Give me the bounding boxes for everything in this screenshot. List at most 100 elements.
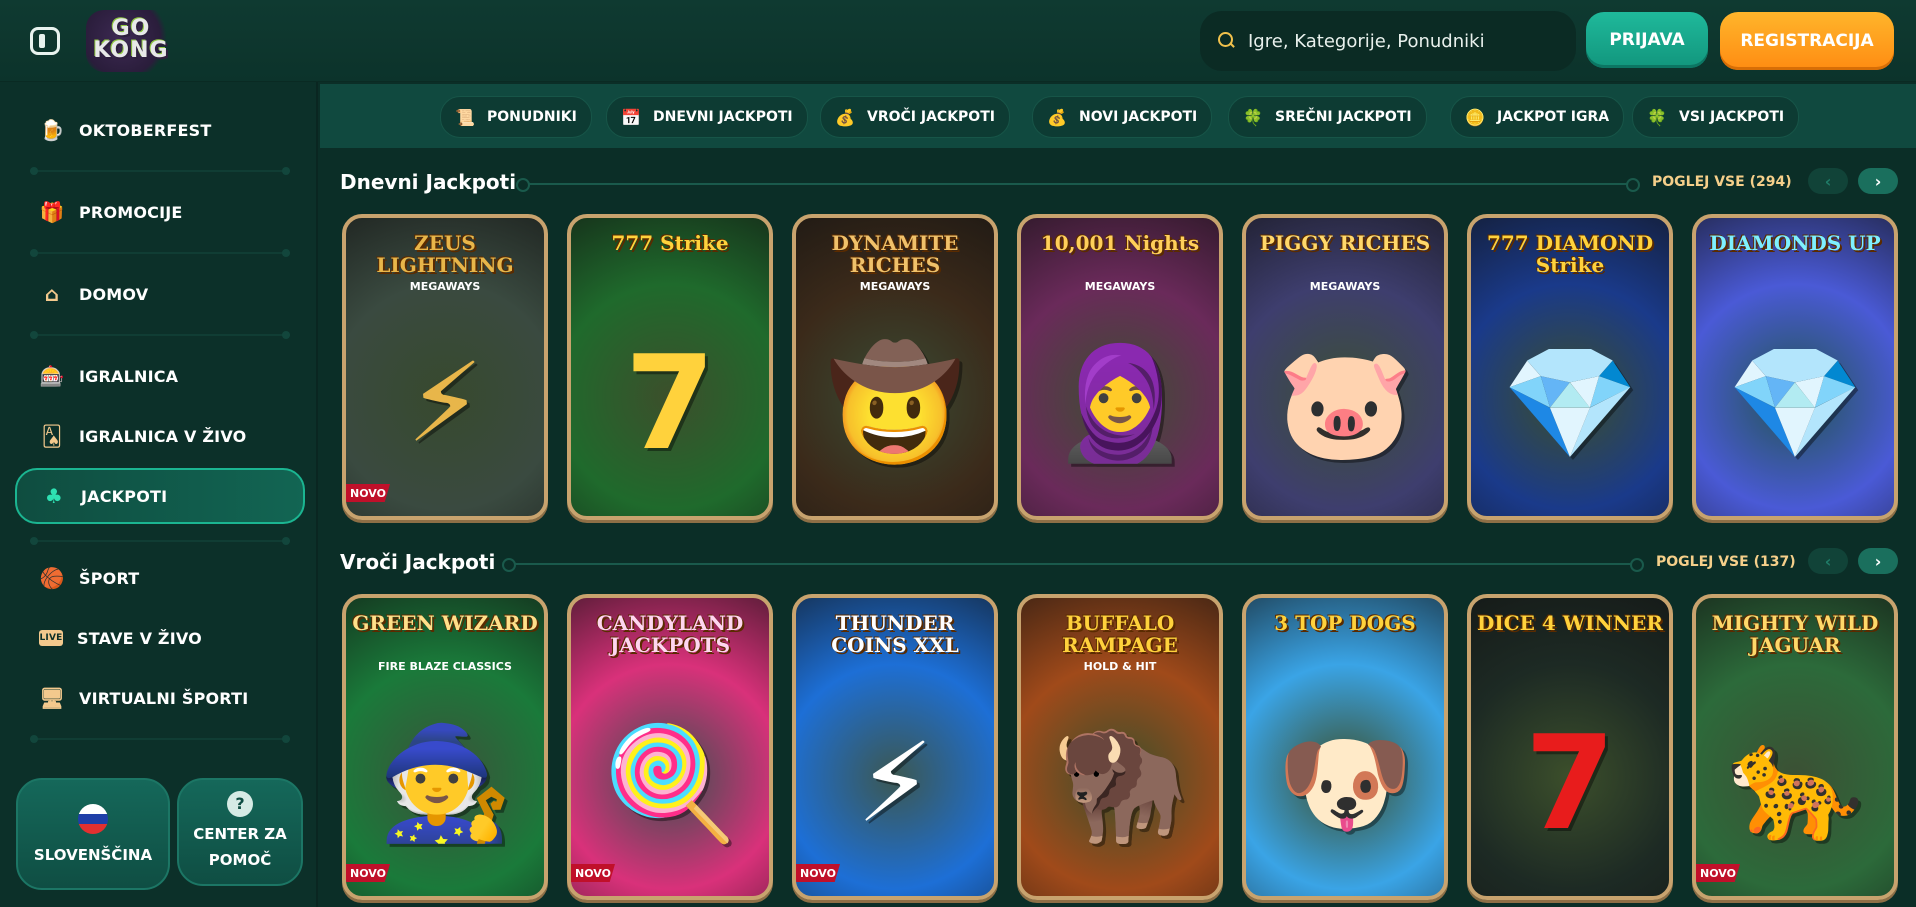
sidebar-item-label: JACKPOTI: [81, 486, 168, 506]
section-divider: [516, 178, 1640, 192]
sidebar-item-label: VIRTUALNI ŠPORTI: [79, 688, 249, 708]
home-icon: ⌂: [44, 282, 60, 306]
game-card[interactable]: BUFFALO RAMPAGE HOLD & HIT 🦬: [1017, 594, 1223, 900]
category-chip-label: NOVI JACKPOTI: [1079, 109, 1198, 125]
game-title: 3 TOP DOGS: [1274, 611, 1416, 635]
gift-icon: 🎁: [39, 200, 65, 224]
live-icon: LIVE: [39, 630, 63, 646]
game-art: 🧕: [1051, 339, 1189, 467]
game-title: 777 DIAMOND Strike: [1486, 231, 1654, 277]
game-card[interactable]: DYNAMITE RICHES MEGAWAYS 🤠: [792, 214, 998, 520]
prev-arrow-button[interactable]: ‹: [1808, 548, 1848, 574]
game-card[interactable]: 10,001 Nights MEGAWAYS 🧕: [1017, 214, 1223, 520]
category-chip[interactable]: 🍀 VSI JACKPOTI: [1632, 96, 1800, 138]
clover-icon: ♣: [44, 484, 64, 508]
sidebar-item-sport[interactable]: 🏀 ŠPORT: [15, 550, 305, 606]
game-title: DIAMONDS UP: [1709, 231, 1881, 255]
coin-icon: 🪙: [1465, 107, 1485, 127]
game-card[interactable]: PIGGY RICHES MEGAWAYS 🐷: [1242, 214, 1448, 520]
view-all-link[interactable]: POGLEJ VSE (294): [1652, 174, 1792, 190]
search-input[interactable]: [1248, 30, 1558, 52]
scroll-icon: 📜: [455, 107, 475, 127]
question-icon: ?: [227, 791, 253, 817]
game-art: ⚡: [406, 339, 484, 467]
sidebar-item-igralnica-v-zivo[interactable]: 🂡 IGRALNICA V ŽIVO: [15, 408, 305, 464]
sidebar-divider: [30, 249, 290, 257]
next-arrow-button[interactable]: ›: [1858, 168, 1898, 194]
sidebar-item-jackpoti[interactable]: ♣ JACKPOTI: [15, 468, 305, 524]
sidebar-item-label: STAVE V ŽIVO: [77, 628, 202, 648]
section-title-vroci: Vroči Jackpoti: [340, 550, 496, 574]
register-button[interactable]: REGISTRACIJA: [1720, 12, 1894, 70]
category-chip-label: VROČI JACKPOTI: [867, 109, 995, 125]
category-chip[interactable]: 🪙 JACKPOT IGRA: [1450, 96, 1625, 138]
game-art: 💎: [1726, 339, 1864, 467]
sidebar-item-promocije[interactable]: 🎁 PROMOCIJE: [15, 184, 305, 240]
playing-card-icon: 🂡: [41, 424, 63, 448]
category-chip[interactable]: 💰 VROČI JACKPOTI: [820, 96, 1010, 138]
sidebar-divider: [30, 537, 290, 545]
section-title-dnevni: Dnevni Jackpoti: [340, 170, 517, 194]
category-chip[interactable]: 📅 DNEVNI JACKPOTI: [606, 96, 808, 138]
game-card[interactable]: GREEN WIZARD FIRE BLAZE CLASSICS 🧙 NOVO: [342, 594, 548, 900]
game-card[interactable]: 3 TOP DOGS 🐶: [1242, 594, 1448, 900]
sidebar-item-virtualni-sporti[interactable]: 🖥 VIRTUALNI ŠPORTI: [15, 670, 305, 726]
view-all-link[interactable]: POGLEJ VSE (137): [1656, 554, 1796, 570]
category-chip[interactable]: 🍀 SREČNI JACKPOTI: [1228, 96, 1427, 138]
prev-arrow-button[interactable]: ‹: [1808, 168, 1848, 194]
category-chip-label: SREČNI JACKPOTI: [1275, 109, 1412, 125]
game-title: ZEUS LIGHTNING: [376, 231, 514, 277]
game-card[interactable]: 777 DIAMOND Strike 💎: [1467, 214, 1673, 520]
game-art: 🐶: [1276, 719, 1414, 847]
logo-text: GO KONG: [93, 16, 169, 63]
game-art: 🍭: [601, 719, 739, 847]
game-title: 777 Strike: [611, 231, 729, 255]
next-arrow-button[interactable]: ›: [1858, 548, 1898, 574]
language-button[interactable]: SLOVENŠČINA: [16, 778, 170, 890]
new-badge: NOVO: [346, 864, 390, 882]
game-subtitle: MEGAWAYS: [859, 280, 931, 293]
category-bar: 📜 PONUDNIKI 📅 DNEVNI JACKPOTI 💰 VROČI JACKPOT…: [320, 84, 1916, 148]
sidebar: 🍺 OKTOBERFEST 🎁 PROMOCIJE ⌂ DOMOV 🎰 IGRA…: [0, 82, 318, 907]
game-card[interactable]: CANDYLAND JACKPOTS 🍭 NOVO: [567, 594, 773, 900]
sidebar-item-oktoberfest[interactable]: 🍺 OKTOBERFEST: [15, 102, 305, 158]
game-card[interactable]: THUNDER COINS XXL ⚡ NOVO: [792, 594, 998, 900]
search-icon: [1218, 32, 1236, 50]
sidebar-item-label: ŠPORT: [79, 568, 140, 588]
new-badge: NOVO: [1696, 864, 1740, 882]
help-center-button[interactable]: ? CENTER ZA POMOČ: [177, 778, 303, 886]
sidebar-divider: [30, 167, 290, 175]
sidebar-item-label: DOMOV: [79, 284, 149, 304]
sidebar-item-label: IGRALNICA: [79, 366, 179, 386]
login-button[interactable]: PRIJAVA: [1586, 12, 1708, 68]
game-art: 🤠: [826, 339, 964, 467]
game-art: 🐷: [1276, 339, 1414, 467]
slovenia-flag-icon: [78, 804, 108, 834]
game-art: 7: [1524, 707, 1616, 859]
sidebar-item-igralnica[interactable]: 🎰 IGRALNICA: [15, 348, 305, 404]
game-card[interactable]: DIAMONDS UP 💎: [1692, 214, 1898, 520]
section-divider: [502, 558, 1644, 572]
slot-machine-icon: 🎰: [39, 364, 65, 388]
new-badge: NOVO: [796, 864, 840, 882]
search-bar[interactable]: [1200, 11, 1576, 71]
game-card[interactable]: DICE 4 WINNER 7: [1467, 594, 1673, 900]
hot-pot-icon: 💰: [835, 107, 855, 127]
game-title: 10,001 Nights: [1040, 231, 1200, 255]
category-chip[interactable]: 💰 NOVI JACKPOTI: [1032, 96, 1213, 138]
category-chip[interactable]: 📜 PONUDNIKI: [440, 96, 592, 138]
game-card[interactable]: ZEUS LIGHTNING MEGAWAYS ⚡ NOVO: [342, 214, 548, 520]
game-title: CANDYLAND JACKPOTS: [596, 611, 744, 657]
game-card[interactable]: MIGHTY WILD JAGUAR 🐆 NOVO: [1692, 594, 1898, 900]
game-title: GREEN WIZARD: [352, 611, 538, 635]
game-art: 🦬: [1051, 719, 1189, 847]
basketball-icon: 🏀: [39, 566, 65, 590]
game-art: 7: [624, 327, 716, 479]
logo[interactable]: GO KONG: [86, 10, 176, 72]
clover-coin-icon: 🍀: [1647, 107, 1667, 127]
sidebar-item-domov[interactable]: ⌂ DOMOV: [15, 266, 305, 322]
menu-toggle-icon[interactable]: [30, 27, 60, 55]
sidebar-item-stave-v-zivo[interactable]: LIVE STAVE V ŽIVO: [15, 610, 305, 666]
game-art: 💎: [1501, 339, 1639, 467]
game-card[interactable]: 777 Strike 7: [567, 214, 773, 520]
